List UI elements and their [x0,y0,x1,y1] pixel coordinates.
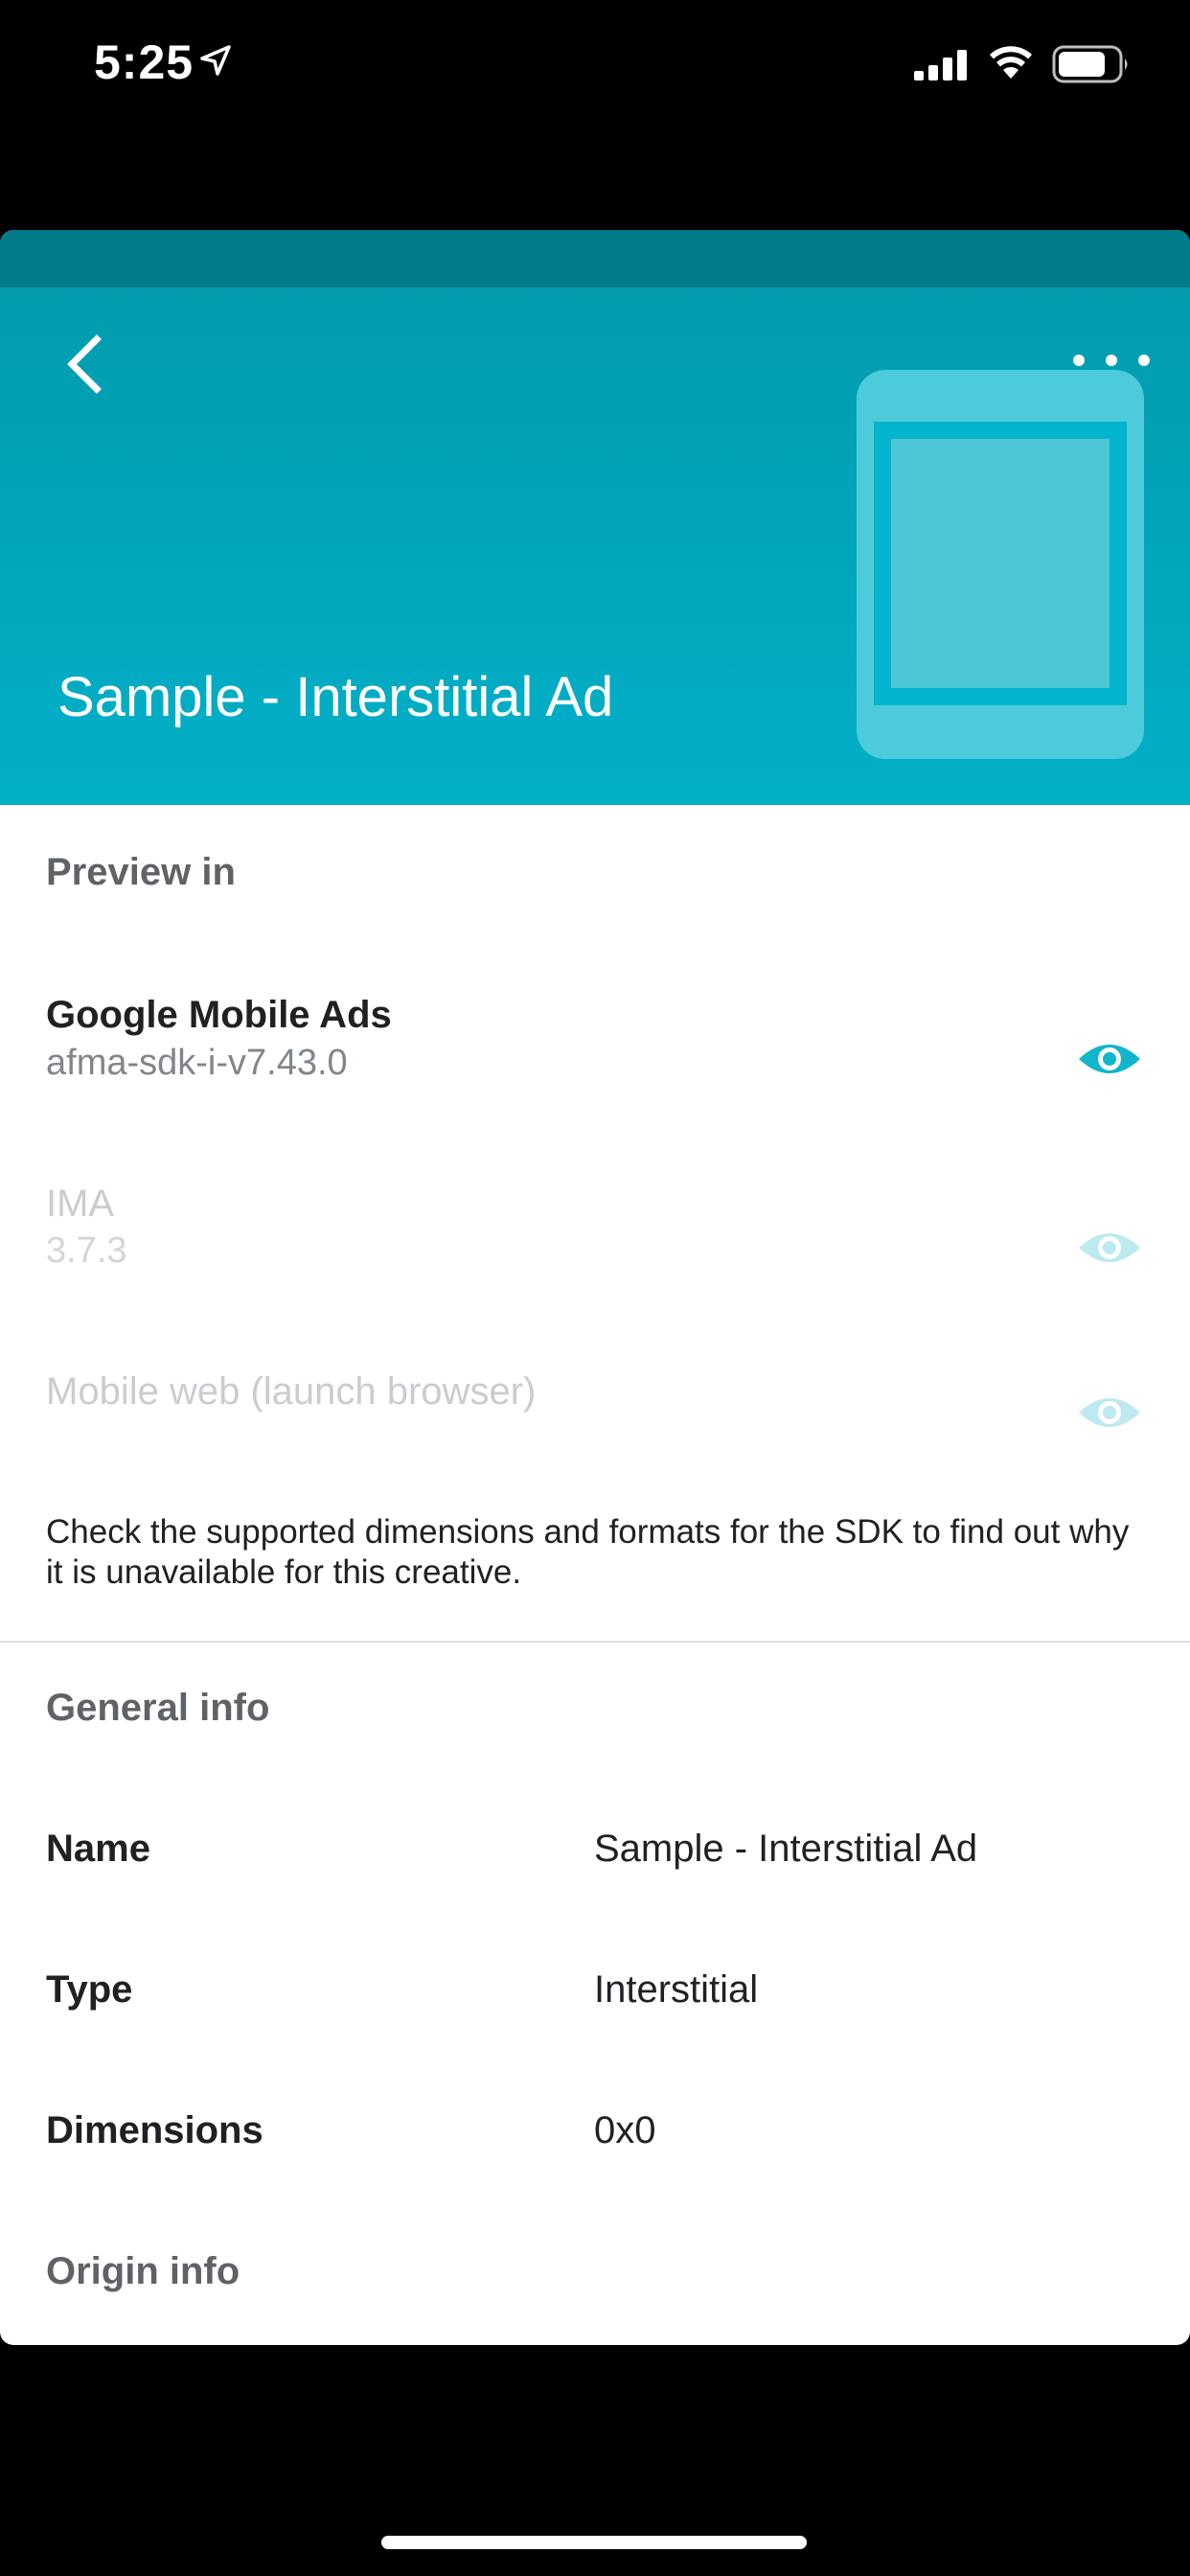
device-screen-frame [874,422,1127,705]
sdk-version-google-mobile-ads: afma-sdk-i-v7.43.0 [46,1043,348,1083]
sdk-help-text: Check the supported dimensions and forma… [46,1513,1130,1591]
more-dot-icon [1138,355,1150,366]
preview-section-title: Preview in [46,851,236,893]
creative-title: Sample - Interstitial Ad [57,666,614,728]
home-indicator[interactable] [381,2536,807,2549]
wifi-icon [990,46,1032,79]
sdk-name-ima: IMA [46,1183,115,1225]
section-divider [0,1641,1190,1643]
chevron-left-icon [67,334,102,394]
header-top-band [0,230,1190,288]
info-label-type: Type [46,1968,133,2011]
info-value-name: Sample - Interstitial Ad [594,1828,978,1870]
general-info-section-title: General info [46,1687,270,1729]
preview-eye-icon[interactable] [1077,1038,1142,1080]
device-screen [891,439,1110,688]
status-bar: 5:25 [0,0,1190,134]
preview-eye-icon [1079,1233,1140,1262]
more-options-button[interactable] [1073,351,1150,370]
more-dot-icon [1073,355,1085,366]
creative-header: Sample - Interstitial Ad [0,230,1190,805]
more-dot-icon [1106,355,1117,366]
origin-info-section-title: Origin info [46,2250,240,2292]
sdk-name-google-mobile-ads: Google Mobile Ads [46,994,392,1036]
status-time: 5:25 [94,35,195,89]
info-label-name: Name [46,1828,150,1870]
info-value-type: Interstitial [594,1968,759,2011]
battery-icon [1052,45,1128,83]
location-arrow-icon [200,45,231,76]
back-button[interactable] [50,326,117,402]
info-value-dimensions: 0x0 [594,2109,656,2151]
interstitial-device-illustration [857,370,1144,759]
info-label-dimensions: Dimensions [46,2109,263,2151]
cellular-signal-icon [914,50,967,80]
preview-eye-icon [1079,1398,1140,1427]
sdk-name-mobile-web: Mobile web (launch browser) [46,1370,537,1413]
sdk-version-ima: 3.7.3 [46,1230,127,1271]
creative-detail-sheet: Sample - Interstitial Ad Preview in Goog… [0,230,1190,2345]
